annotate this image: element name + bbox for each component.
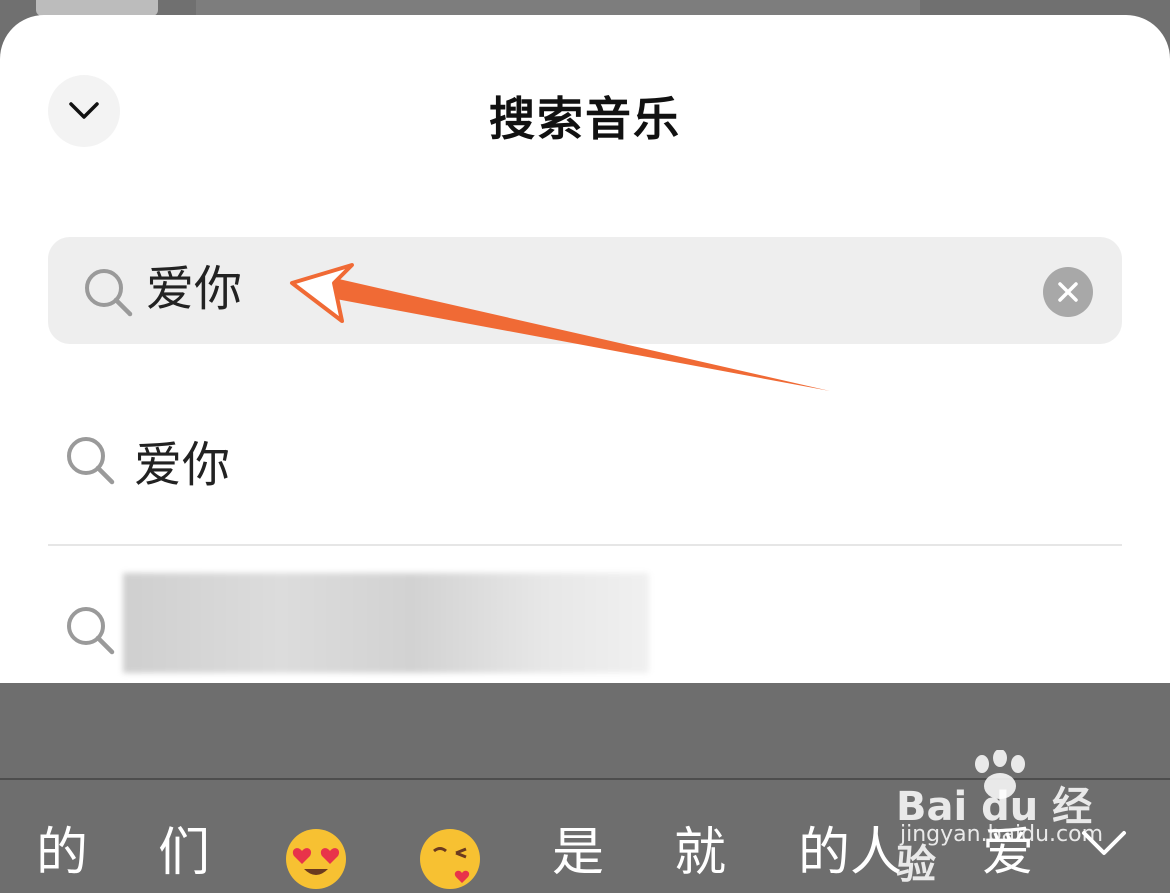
heart-eyes-emoji[interactable] [286,829,346,889]
candidate-word[interactable]: 们 [158,823,210,883]
watermark-url: jingyan.baidu.com [900,822,1104,847]
candidate-word[interactable]: 的 [36,823,88,883]
candidate-word[interactable]: 就 [674,823,726,883]
background-card [196,0,920,16]
search-music-sheet: 搜索音乐 爱你 爱你 [0,15,1170,683]
baidu-watermark: Bai du 经验 jingyan.baidu.com [896,750,1116,888]
kissing-emoji[interactable] [420,829,480,889]
annotation-arrow [290,263,830,391]
kissing-icon [433,847,470,883]
heart-eyes-icon [292,848,340,875]
background-avatar [36,0,158,16]
candidate-word[interactable]: 的人 [798,823,902,883]
candidate-word[interactable]: 是 [552,823,604,883]
